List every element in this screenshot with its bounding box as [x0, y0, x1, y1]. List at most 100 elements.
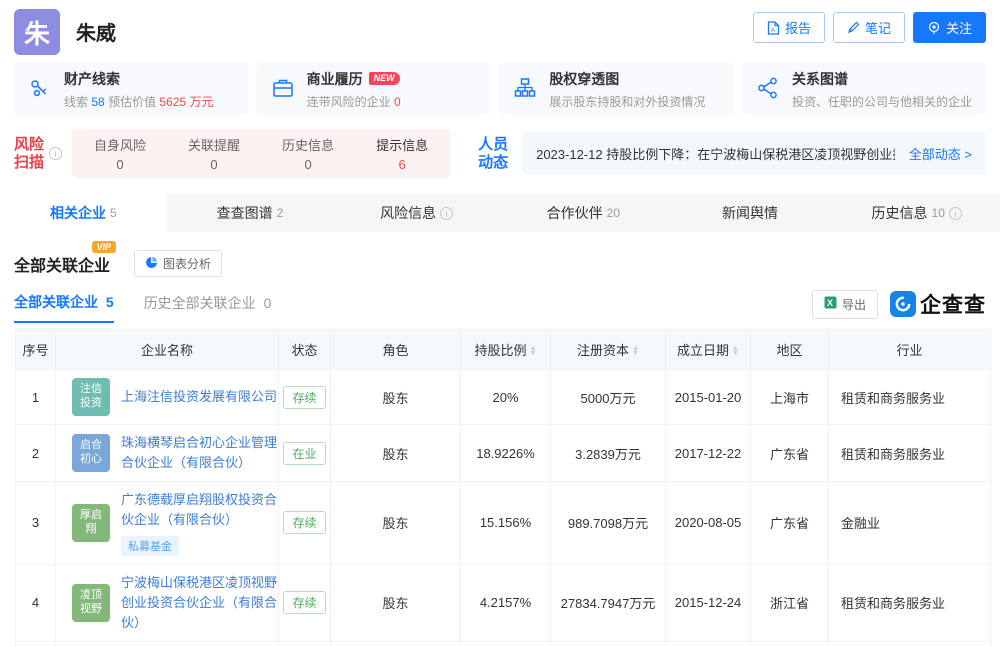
ratio-cell: 18.9226%	[461, 425, 551, 482]
industry-cell: 租赁和商务服务业	[829, 370, 991, 425]
company-link[interactable]: 珠海横琴启合初心企业管理合伙企业（有限合伙）	[121, 433, 283, 473]
risk-scan-row: 风险 扫描 i 自身风险 0 关联提醒 0 历史信息 0 提示信息 6 人员	[0, 115, 1000, 188]
col-registered-capital[interactable]: 注册资本▲▼	[551, 330, 666, 370]
feature-cards: 财产线索 线索 58 预估价值 5625 万元 商业履历 NEW 连带风险的企业	[0, 59, 1000, 115]
section-title: 全部关联企业	[14, 258, 110, 275]
person-profile-page: 朱 朱威 A 报告 笔记 关注 财产线索 线索 58	[0, 0, 1000, 647]
avatar: 朱	[14, 9, 60, 55]
header-actions: A 报告 笔记 关注	[753, 12, 986, 43]
news-item[interactable]: 2023-12-12 持股比例下降：在宁波梅山保税港区凌顶视野创业投资合伙企业（…	[536, 144, 895, 163]
tab-chacha-graph[interactable]: 查查图谱 2	[167, 194, 334, 232]
capital-cell: 100000万元	[551, 641, 666, 647]
ratio-cell: 20%	[461, 370, 551, 425]
card-desc: 连带风险的企业 0	[307, 93, 401, 110]
svg-text:X: X	[827, 298, 833, 308]
card-equity-penetration[interactable]: 股权穿透图 展示股东持股和对外投资情况	[499, 63, 734, 115]
risk-stat-self[interactable]: 自身风险 0	[94, 135, 146, 172]
status-badge: 存续	[283, 511, 325, 534]
company-logo: 启合初心	[72, 434, 110, 472]
risk-stat-history[interactable]: 历史信息 0	[282, 135, 334, 172]
col-company-name: 企业名称	[56, 330, 279, 370]
tab-partners[interactable]: 合作伙伴 20	[500, 194, 667, 232]
region-cell: 广东省	[751, 482, 829, 564]
subtab-row: 全部关联企业 5 历史全部关联企业 0 X 导出 企查查	[0, 277, 1000, 325]
company-link[interactable]: 上海注信投资发展有限公司	[121, 387, 283, 407]
industry-cell: 租赁和商务服务业	[829, 564, 991, 641]
org-chart-icon	[513, 76, 537, 103]
sort-icon[interactable]: ▲▼	[732, 347, 739, 356]
chart-analysis-button[interactable]: 图表分析	[134, 250, 222, 277]
card-property-clues[interactable]: 财产线索 线索 58 预估价值 5625 万元	[14, 63, 249, 115]
related-companies-table: 序号 企业名称 状态 角色 持股比例▲▼ 注册资本▲▼ 成立日期▲▼ 地区 行业…	[15, 329, 991, 647]
info-icon[interactable]: i	[49, 147, 62, 160]
main-tabs: 相关企业 5 查查图谱 2 风险信息 i 合作伙伴 20 新闻舆情 历史信息 1…	[0, 194, 1000, 232]
key-icon	[28, 76, 52, 103]
company-link[interactable]: 广东德载厚启翔股权投资合伙企业（有限合伙）	[121, 490, 283, 530]
export-button[interactable]: X 导出	[812, 290, 878, 319]
region-cell: 北京市	[751, 641, 829, 647]
excel-icon: X	[824, 296, 837, 312]
risk-stat-related[interactable]: 关联提醒 0	[188, 135, 240, 172]
role-cell: 股东	[331, 564, 461, 641]
row-index: 1	[16, 370, 56, 425]
card-desc: 线索 58 预估价值 5625 万元	[64, 93, 213, 110]
industry-cell: 金融业	[829, 482, 991, 564]
risk-company-count: 0	[394, 95, 401, 109]
company-link[interactable]: 宁波梅山保税港区凌顶视野创业投资合伙企业（有限合伙）	[121, 573, 283, 633]
tab-history-info[interactable]: 历史信息 10 i	[833, 194, 1000, 232]
status-badge: 存续	[283, 591, 325, 614]
col-region: 地区	[751, 330, 829, 370]
capital-cell: 989.7098万元	[551, 482, 666, 564]
subtab-history-related[interactable]: 历史全部关联企业 0	[144, 293, 272, 322]
personnel-dynamics-title: 人员 动态	[478, 136, 508, 172]
all-dynamics-link[interactable]: 全部动态 >	[895, 144, 972, 163]
industry-cell: 科学研究和技术服务业	[829, 641, 991, 647]
col-role: 角色	[331, 330, 461, 370]
info-icon: i	[440, 207, 453, 220]
region-cell: 浙江省	[751, 564, 829, 641]
col-shareholding-ratio[interactable]: 持股比例▲▼	[461, 330, 551, 370]
page-title: 朱威	[76, 17, 116, 46]
card-title: 财产线索	[64, 69, 213, 89]
private-fund-tag: 私募基金	[121, 536, 179, 556]
document-icon: A	[767, 21, 780, 35]
share-nodes-icon	[756, 76, 780, 103]
col-establish-date[interactable]: 成立日期▲▼	[666, 330, 751, 370]
card-desc: 展示股东持股和对外投资情况	[549, 93, 705, 110]
col-index: 序号	[16, 330, 56, 370]
row-index: 2	[16, 425, 56, 482]
subtab-all-related[interactable]: 全部关联企业 5	[14, 292, 114, 323]
risk-stats: 自身风险 0 关联提醒 0 历史信息 0 提示信息 6	[72, 129, 450, 178]
role-cell: 股东	[331, 370, 461, 425]
follow-button[interactable]: 关注	[913, 12, 986, 43]
briefcase-icon	[271, 76, 295, 103]
card-business-resume[interactable]: 商业履历 NEW 连带风险的企业 0	[257, 63, 492, 115]
tab-risk-info[interactable]: 风险信息 i	[333, 194, 500, 232]
report-button[interactable]: A 报告	[753, 12, 825, 43]
region-cell: 广东省	[751, 425, 829, 482]
table-row: 2 启合初心 珠海横琴启合初心企业管理合伙企业（有限合伙） 在业 股东 18.9…	[16, 425, 991, 482]
table-row: 5 时代北汽 时代北汽（北京）新能源科技有限公司 存续 董事 - 100000万…	[16, 641, 991, 647]
capital-cell: 5000万元	[551, 370, 666, 425]
card-relationship-graph[interactable]: 关系图谱 投资、任职的公司与他相关的企业	[742, 63, 986, 115]
risk-stat-hints[interactable]: 提示信息 6	[376, 135, 428, 172]
status-badge: 存续	[283, 386, 325, 409]
tab-news[interactable]: 新闻舆情	[667, 194, 834, 232]
sort-icon[interactable]: ▲▼	[530, 347, 537, 356]
table-row: 4 凌顶视野 宁波梅山保税港区凌顶视野创业投资合伙企业（有限合伙） 存续 股东 …	[16, 564, 991, 641]
svg-text:A: A	[771, 28, 775, 34]
date-cell: 2024-05-17	[666, 641, 751, 647]
region-cell: 上海市	[751, 370, 829, 425]
company-logo: 注信投资	[72, 378, 110, 416]
note-button[interactable]: 笔记	[833, 12, 905, 43]
row-index: 5	[16, 641, 56, 647]
new-badge: NEW	[369, 72, 400, 85]
tab-related-companies[interactable]: 相关企业 5	[0, 194, 167, 232]
col-status: 状态	[279, 330, 331, 370]
capital-cell: 3.2839万元	[551, 425, 666, 482]
qichacha-logo: 企查查	[890, 289, 986, 319]
row-index: 3	[16, 482, 56, 564]
role-cell: 股东	[331, 425, 461, 482]
sort-icon[interactable]: ▲▼	[632, 347, 639, 356]
status-badge: 在业	[283, 442, 325, 465]
